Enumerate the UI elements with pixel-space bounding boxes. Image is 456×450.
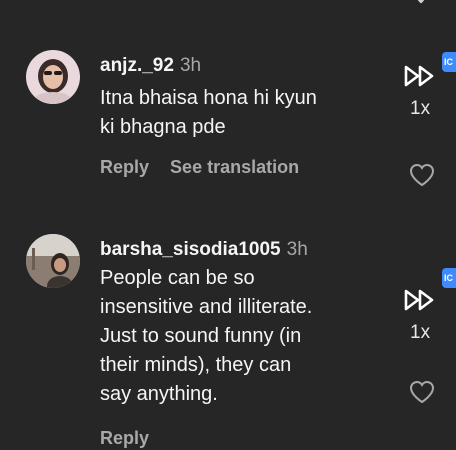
- playback-speed-control[interactable]: 1x: [403, 288, 439, 343]
- speed-label[interactable]: 1x: [410, 98, 430, 120]
- reply-button[interactable]: Reply: [100, 428, 149, 448]
- speed-label[interactable]: 1x: [410, 322, 430, 344]
- fast-forward-icon[interactable]: [403, 64, 437, 88]
- comment-text: Itna bhaisa hona hi kyun ki bhagna pde: [100, 84, 390, 142]
- see-translation-button[interactable]: See translation: [170, 157, 299, 177]
- side-tag[interactable]: IC: [442, 268, 456, 288]
- comment-text-line: Just to sound funny (in: [100, 325, 302, 347]
- timestamp: 3h: [286, 239, 308, 260]
- heart-outline-icon[interactable]: [408, 379, 436, 405]
- comment-text-line: People can be so: [100, 267, 255, 289]
- fast-forward-icon[interactable]: [403, 288, 437, 312]
- playback-speed-control[interactable]: 1x: [403, 64, 439, 119]
- avatar[interactable]: [26, 50, 80, 104]
- comments-panel: anjz._92 3h Itna bhaisa hona hi kyun ki b…: [0, 0, 456, 450]
- username[interactable]: barsha_sisodia1005: [100, 239, 281, 260]
- heart-outline-icon[interactable]: [408, 162, 436, 188]
- timestamp: 3h: [179, 55, 202, 76]
- avatar[interactable]: [26, 234, 80, 288]
- side-tag[interactable]: IC: [442, 52, 456, 72]
- reply-button[interactable]: Reply: [100, 157, 149, 177]
- comment-text-line: ki bhagna pde: [100, 116, 226, 138]
- comment-actions: Reply: [100, 428, 165, 449]
- comment-text: People can be so insensitive and illiter…: [100, 264, 390, 409]
- username[interactable]: anjz._92: [100, 55, 174, 76]
- avatar-photo-outdoor: [26, 234, 80, 288]
- comment-actions: Reply See translation: [100, 157, 315, 178]
- comment-header: anjz._92 3h: [100, 54, 201, 78]
- chevron-down-icon[interactable]: [412, 0, 430, 6]
- avatar-photo-woman: [26, 50, 80, 104]
- comment-text-line: insensitive and illiterate.: [100, 296, 313, 318]
- comment-text-line: their minds), they can: [100, 354, 292, 376]
- comment-text-line: say anything.: [100, 383, 218, 405]
- comment-header: barsha_sisodia1005 3h: [100, 238, 308, 262]
- comment-text-line: Itna bhaisa hona hi kyun: [100, 87, 317, 109]
